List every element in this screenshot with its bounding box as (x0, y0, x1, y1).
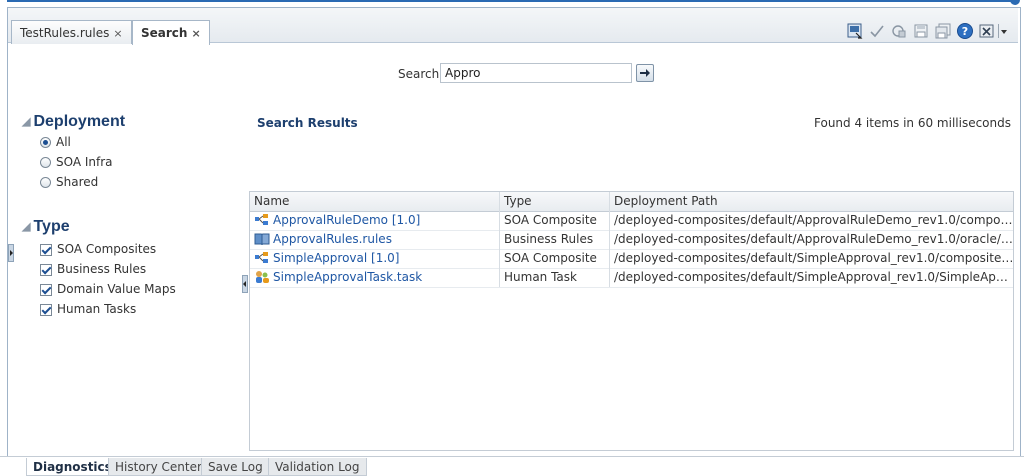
checkbox-domain-value-maps-label: Domain Value Maps (57, 282, 176, 296)
search-input[interactable] (440, 63, 632, 83)
radio-all-label: All (56, 135, 71, 149)
checkbox-soa-composites-label: SOA Composites (57, 242, 157, 256)
tab-save-log[interactable]: Save Log (201, 458, 270, 476)
tab-diagnostics[interactable]: Diagnostics (26, 458, 119, 476)
type-title: Type (33, 218, 70, 235)
tab-close-icon[interactable]: × (113, 27, 122, 40)
tab-validation-log[interactable]: Validation Log (268, 458, 367, 476)
result-type: SOA Composite (500, 249, 610, 268)
table-row[interactable]: ApprovalRules.rules Business Rules /depl… (250, 230, 1013, 250)
table-row[interactable]: SimpleApprovalTask.task Human Task /depl… (250, 268, 1013, 288)
checkbox-business-rules[interactable] (40, 264, 52, 276)
results-summary: Found 4 items in 60 milliseconds (814, 116, 1011, 130)
radio-shared[interactable] (40, 177, 51, 188)
tab-search[interactable]: Search × (132, 20, 210, 45)
checkbox-domain-value-maps[interactable] (40, 284, 52, 296)
type-section-header[interactable]: ◢ Type (22, 218, 70, 236)
save-all-icon[interactable] (934, 22, 952, 40)
result-name-cell[interactable]: SimpleApproval [1.0] (250, 249, 500, 268)
tab-close-icon[interactable]: × (191, 27, 200, 40)
result-path: /deployed-composites/default/ApprovalRul… (614, 232, 1014, 246)
table-row[interactable]: SimpleApproval [1.0] SOA Composite /depl… (250, 249, 1013, 269)
checkbox-soa-composites[interactable] (40, 244, 52, 256)
left-panel-collapse-handle[interactable] (8, 244, 14, 262)
validate-icon[interactable] (868, 22, 886, 40)
result-name-cell[interactable]: ApprovalRuleDemo [1.0] (250, 211, 500, 230)
result-name-cell[interactable]: SimpleApprovalTask.task (250, 268, 500, 287)
top-window-edge (0, 0, 1024, 5)
column-header-type[interactable]: Type (500, 192, 610, 211)
deployment-title: Deployment (33, 113, 126, 130)
composite-icon (254, 251, 270, 265)
help-icon[interactable]: ? (956, 22, 974, 40)
column-header-name[interactable]: Name (250, 192, 500, 211)
deployment-section-header[interactable]: ◢ Deployment (22, 113, 125, 131)
search-label: Search (398, 67, 440, 81)
search-go-button[interactable] (636, 64, 654, 82)
radio-all[interactable] (40, 137, 51, 148)
search-results-table: Name Type Deployment Path ApprovalRuleDe… (249, 191, 1014, 451)
dropdown-arrow-icon[interactable] (998, 22, 1008, 40)
tab-label: Search (141, 26, 188, 40)
collapse-triangle-icon: ◢ (22, 116, 31, 128)
checkbox-business-rules-label: Business Rules (57, 262, 147, 276)
window-notch (1010, 0, 1020, 5)
deploy-icon[interactable] (846, 22, 864, 40)
human-task-icon (254, 270, 270, 284)
radio-shared-label: Shared (56, 175, 99, 189)
close-window-icon[interactable] (978, 22, 996, 40)
result-path: /deployed-composites/default/SimpleAppro… (614, 251, 1014, 265)
tab-testrules[interactable]: TestRules.rules × (11, 20, 132, 44)
result-path: /deployed-composites/default/ApprovalRul… (614, 213, 1014, 227)
result-name-cell[interactable]: ApprovalRules.rules (250, 230, 500, 249)
checkbox-human-tasks[interactable] (40, 304, 52, 316)
radio-soa-infra-label: SOA Infra (56, 155, 113, 169)
result-type: Business Rules (500, 230, 610, 249)
table-row[interactable]: ApprovalRuleDemo [1.0] SOA Composite /de… (250, 211, 1013, 231)
revert-icon[interactable] (890, 22, 908, 40)
collapse-triangle-icon: ◢ (22, 221, 31, 233)
composite-icon (254, 213, 270, 227)
table-header: Name Type Deployment Path (250, 192, 1013, 212)
result-name: ApprovalRules.rules (273, 232, 392, 246)
bottom-panel-tab-bar: Diagnostics History Center Save Log Vali… (0, 456, 1024, 476)
results-panel-splitter-handle[interactable] (242, 275, 248, 293)
svg-text:?: ? (962, 25, 968, 38)
checkbox-human-tasks-label: Human Tasks (57, 302, 137, 316)
search-results-title: Search Results (257, 116, 358, 130)
arrow-right-icon (640, 69, 650, 77)
tab-history-center[interactable]: History Center (108, 458, 209, 476)
save-icon[interactable] (912, 22, 930, 40)
column-header-deployment-path[interactable]: Deployment Path (610, 192, 1013, 211)
top-accent-bar (7, 0, 1019, 2)
result-name: SimpleApproval [1.0] (273, 251, 400, 265)
result-type: Human Task (500, 268, 610, 287)
tab-label: TestRules.rules (20, 26, 110, 40)
result-type: SOA Composite (500, 211, 610, 230)
document-tab-bar: TestRules.rules × Search × ? (8, 8, 1018, 45)
result-name: SimpleApprovalTask.task (273, 270, 423, 284)
result-name: ApprovalRuleDemo [1.0] (273, 213, 421, 227)
radio-soa-infra[interactable] (40, 157, 51, 168)
result-path: /deployed-composites/default/SimpleAppro… (614, 270, 1014, 284)
rules-book-icon (254, 232, 270, 246)
